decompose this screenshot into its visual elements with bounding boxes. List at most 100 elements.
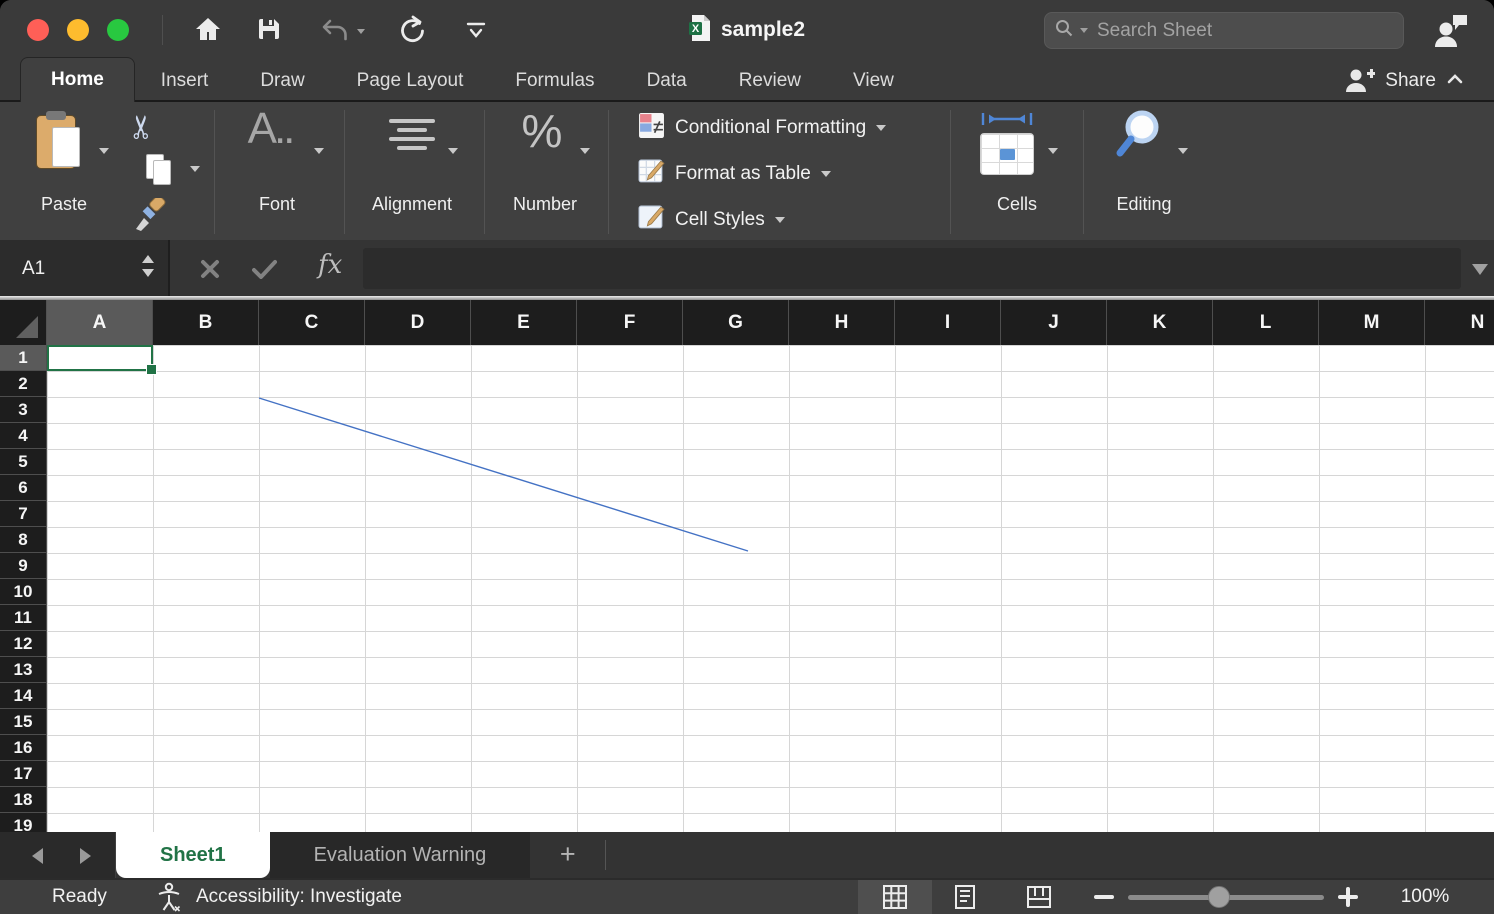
formula-input[interactable] [363, 248, 1461, 289]
close-window-button[interactable] [27, 19, 49, 41]
row-header-19[interactable]: 19 [0, 813, 47, 832]
undo-icon[interactable] [320, 18, 350, 49]
normal-view-button[interactable] [858, 880, 932, 914]
row-header-14[interactable]: 14 [0, 683, 47, 709]
name-box[interactable]: A1 [0, 240, 170, 297]
column-header-I[interactable]: I [895, 300, 1001, 345]
copy-dropdown-icon[interactable] [190, 166, 200, 172]
cells-dropdown-icon[interactable] [1048, 148, 1058, 154]
column-header-N[interactable]: N [1425, 300, 1494, 345]
column-header-M[interactable]: M [1319, 300, 1425, 345]
zoom-in-button[interactable] [1338, 887, 1358, 907]
cut-icon[interactable]: ✂ [122, 114, 160, 141]
row-header-9[interactable]: 9 [0, 553, 47, 579]
row-header-1[interactable]: 1 [0, 345, 47, 371]
row-header-7[interactable]: 7 [0, 501, 47, 527]
column-header-H[interactable]: H [789, 300, 895, 345]
ribbon-tab-draw[interactable]: Draw [234, 60, 330, 102]
zoom-slider-thumb[interactable] [1208, 886, 1230, 908]
insert-function-icon[interactable]: fx [318, 250, 342, 280]
paste-dropdown-icon[interactable] [99, 148, 109, 154]
search-input[interactable] [1095, 19, 1403, 43]
number-icon[interactable]: % [512, 104, 572, 158]
row-header-4[interactable]: 4 [0, 423, 47, 449]
undo-dropdown-icon[interactable] [357, 29, 365, 34]
accessibility-status[interactable]: Accessibility: Investigate [196, 880, 402, 914]
previous-sheet-icon[interactable] [32, 848, 43, 864]
font-icon[interactable]: A.. [230, 104, 310, 154]
line-shape[interactable] [47, 345, 1494, 832]
column-header-L[interactable]: L [1213, 300, 1319, 345]
column-header-J[interactable]: J [1001, 300, 1107, 345]
row-header-16[interactable]: 16 [0, 735, 47, 761]
column-header-F[interactable]: F [577, 300, 683, 345]
column-header-B[interactable]: B [153, 300, 259, 345]
column-header-G[interactable]: G [683, 300, 789, 345]
search-scope-dropdown-icon[interactable] [1080, 28, 1088, 33]
alignment-icon[interactable] [386, 114, 438, 155]
row-header-5[interactable]: 5 [0, 449, 47, 475]
column-header-C[interactable]: C [259, 300, 365, 345]
format-painter-icon[interactable] [132, 198, 168, 239]
next-sheet-icon[interactable] [80, 848, 91, 864]
page-break-view-icon[interactable] [1026, 884, 1052, 914]
ribbon-tab-view[interactable]: View [827, 60, 920, 102]
sheet-tab-evaluation-warning[interactable]: Evaluation Warning [270, 832, 531, 878]
format-as-table-button[interactable]: Format as Table [638, 156, 831, 192]
page-layout-view-icon[interactable] [952, 884, 978, 914]
expand-formula-bar-icon[interactable] [1472, 264, 1488, 275]
font-dropdown-icon[interactable] [314, 148, 324, 154]
sheet-cells[interactable] [47, 345, 1494, 832]
column-header-K[interactable]: K [1107, 300, 1213, 345]
ribbon-tab-insert[interactable]: Insert [135, 60, 235, 102]
share-button[interactable]: Share [1385, 70, 1436, 92]
name-box-spinner[interactable] [142, 255, 154, 277]
ribbon-tab-home[interactable]: Home [20, 57, 135, 102]
ribbon-tab-data[interactable]: Data [621, 60, 713, 102]
zoom-out-button[interactable] [1094, 895, 1114, 899]
editing-dropdown-icon[interactable] [1178, 148, 1188, 154]
row-header-11[interactable]: 11 [0, 605, 47, 631]
number-dropdown-icon[interactable] [580, 148, 590, 154]
cells-icon[interactable] [980, 112, 1038, 175]
cell-styles-button[interactable]: Cell Styles [638, 202, 785, 238]
search-field[interactable] [1044, 12, 1404, 49]
zoom-window-button[interactable] [107, 19, 129, 41]
ribbon-tab-review[interactable]: Review [713, 60, 827, 102]
row-header-3[interactable]: 3 [0, 397, 47, 423]
select-all-corner[interactable] [0, 300, 47, 345]
home-icon[interactable] [194, 15, 222, 48]
ribbon-tab-formulas[interactable]: Formulas [489, 60, 620, 102]
zoom-level[interactable]: 100% [1382, 880, 1468, 914]
row-header-15[interactable]: 15 [0, 709, 47, 735]
add-sheet-button[interactable]: + [530, 832, 605, 878]
row-header-12[interactable]: 12 [0, 631, 47, 657]
editing-icon[interactable] [1112, 106, 1166, 167]
enter-check-icon[interactable] [252, 259, 277, 284]
column-header-E[interactable]: E [471, 300, 577, 345]
row-header-2[interactable]: 2 [0, 371, 47, 397]
copy-icon[interactable] [146, 154, 186, 190]
sheet-tab-sheet1[interactable]: Sheet1 [116, 832, 270, 878]
row-header-13[interactable]: 13 [0, 657, 47, 683]
row-header-6[interactable]: 6 [0, 475, 47, 501]
account-icon[interactable] [1432, 13, 1468, 52]
row-header-18[interactable]: 18 [0, 787, 47, 813]
row-header-10[interactable]: 10 [0, 579, 47, 605]
paste-button[interactable] [36, 110, 92, 174]
column-header-A[interactable]: A [47, 300, 153, 345]
fill-handle[interactable] [146, 364, 157, 375]
redo-icon[interactable] [398, 15, 426, 48]
row-header-17[interactable]: 17 [0, 761, 47, 787]
collapse-ribbon-icon[interactable] [1446, 72, 1464, 90]
alignment-dropdown-icon[interactable] [448, 148, 458, 154]
ribbon-tab-page-layout[interactable]: Page Layout [331, 60, 490, 102]
column-header-D[interactable]: D [365, 300, 471, 345]
conditional-formatting-button[interactable]: Conditional Formatting [638, 110, 886, 146]
ribbon-toggle-icon[interactable] [464, 20, 488, 45]
save-icon[interactable] [256, 16, 282, 47]
cancel-icon[interactable] [200, 259, 220, 284]
row-header-8[interactable]: 8 [0, 527, 47, 553]
share-cluster[interactable]: Share [1345, 60, 1464, 102]
minimize-window-button[interactable] [67, 19, 89, 41]
